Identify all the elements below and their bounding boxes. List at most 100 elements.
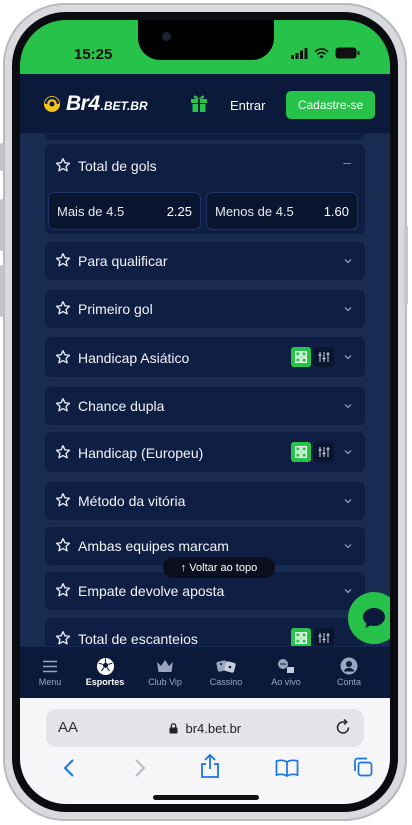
market-name: Ambas equipes marcam (78, 538, 229, 554)
logo-main-text: Br4 (66, 92, 100, 115)
previous-market-edge (45, 134, 365, 140)
market-name: Método da vitória (78, 493, 186, 509)
nav-label: Ao vivo (271, 677, 301, 687)
favorite-star-icon[interactable] (55, 630, 71, 646)
share-icon[interactable] (200, 754, 220, 778)
login-button[interactable]: Entrar (230, 98, 265, 113)
power-button (404, 225, 408, 305)
sliders-icon[interactable] (314, 628, 334, 648)
market-name: Handicap Asiático (78, 350, 190, 366)
grid-view-icon[interactable] (291, 628, 311, 648)
market-name[interactable]: Total de gols (78, 158, 157, 174)
tabs-icon[interactable] (353, 757, 373, 777)
user-icon (316, 655, 382, 677)
chevron-down-icon[interactable] (343, 447, 353, 457)
market-total-gols: Total de gols – Mais de 4.5 2.25 Menos d… (45, 144, 365, 234)
signup-button[interactable]: Cadastre-se (286, 91, 375, 119)
camera-icon (162, 32, 171, 41)
bottom-nav: Menu Esportes Club Vip Cassino Ao vivo C… (20, 646, 390, 698)
favorite-star-icon[interactable] (55, 444, 71, 460)
url-container: br4.bet.br (46, 721, 364, 736)
favorite-star-icon[interactable] (55, 252, 71, 268)
favorite-star-icon[interactable] (55, 349, 71, 365)
phone-frame: 15:25 Br4 .BET.BR Entrar Cadastre-se Tot… (0, 3, 408, 821)
home-indicator (153, 795, 259, 800)
reload-icon[interactable] (334, 718, 352, 736)
back-to-top-button[interactable]: ↑ Voltar ao topo (163, 557, 275, 578)
nav-esportes[interactable]: Esportes (75, 655, 135, 687)
nav-cassino[interactable]: Cassino (196, 655, 256, 687)
live-icon (256, 655, 316, 677)
market-handicap-asiatico[interactable]: Handicap Asiático (45, 337, 365, 377)
app-header: Br4 .BET.BR Entrar Cadastre-se (20, 74, 390, 134)
odd-label: Menos de 4.5 (215, 204, 294, 219)
grid-view-icon[interactable] (291, 442, 311, 462)
chevron-down-icon[interactable] (343, 586, 353, 596)
odd-button-under[interactable]: Menos de 4.5 1.60 (206, 192, 358, 230)
odd-label: Mais de 4.5 (57, 204, 125, 219)
chevron-down-icon[interactable] (343, 256, 353, 266)
market-name: Para qualificar (78, 253, 168, 269)
chevron-down-icon[interactable] (343, 304, 353, 314)
nav-conta[interactable]: Conta (316, 655, 382, 687)
odd-button-over[interactable]: Mais de 4.5 2.25 (48, 192, 201, 230)
battery-icon (335, 47, 360, 59)
nav-label: Club Vip (148, 677, 182, 687)
nav-label: Conta (336, 677, 362, 687)
url-text: br4.bet.br (185, 721, 242, 736)
status-time: 15:25 (74, 46, 113, 63)
market-handicap-europeu[interactable]: Handicap (Europeu) (45, 432, 365, 472)
volume-down-button (0, 265, 4, 317)
chevron-down-icon[interactable] (343, 401, 353, 411)
collapse-icon[interactable]: – (343, 154, 351, 170)
silent-switch (0, 143, 4, 171)
market-name: Handicap (Europeu) (78, 445, 204, 461)
status-bar: 15:25 (20, 20, 390, 74)
grid-view-icon[interactable] (291, 347, 311, 367)
market-metodo-vitoria[interactable]: Método da vitória (45, 482, 365, 520)
forward-arrow-icon[interactable] (134, 758, 146, 778)
favorite-star-icon[interactable] (55, 582, 71, 598)
nav-label: Cassino (209, 677, 243, 687)
nav-club-vip[interactable]: Club Vip (135, 655, 195, 687)
market-para-qualificar[interactable]: Para qualificar (45, 242, 365, 280)
phone-bezel: 15:25 Br4 .BET.BR Entrar Cadastre-se Tot… (12, 12, 398, 812)
wifi-icon (314, 47, 329, 58)
favorite-star-icon[interactable] (55, 300, 71, 316)
soccer-ball-icon (75, 655, 135, 677)
market-name: Chance dupla (78, 398, 165, 414)
favorite-star-icon[interactable] (55, 397, 71, 413)
odd-value: 1.60 (323, 204, 349, 219)
market-name: Total de escanteios (78, 631, 198, 647)
chevron-down-icon[interactable] (343, 352, 353, 362)
signal-icon (291, 47, 308, 59)
favorite-star-icon[interactable] (55, 537, 71, 553)
nav-label: Menu (38, 677, 62, 687)
nav-ao-vivo[interactable]: Ao vivo (256, 655, 316, 687)
address-bar[interactable]: AA br4.bet.br (46, 709, 364, 747)
ball-logo-icon (44, 96, 60, 112)
arrow-up-icon: ↑ (180, 561, 187, 574)
screen: 15:25 Br4 .BET.BR Entrar Cadastre-se Tot… (20, 20, 390, 804)
market-primeiro-gol[interactable]: Primeiro gol (45, 290, 365, 328)
market-name: Empate devolve aposta (78, 583, 225, 599)
back-arrow-icon[interactable] (63, 758, 75, 778)
browser-toolbar: AA br4.bet.br (20, 698, 390, 804)
crown-icon (135, 655, 195, 677)
notch (138, 20, 274, 60)
lock-icon (169, 723, 178, 734)
bookmarks-icon[interactable] (275, 759, 299, 777)
gift-icon[interactable] (190, 93, 208, 118)
favorite-star-icon[interactable] (55, 492, 71, 508)
chevron-down-icon[interactable] (343, 541, 353, 551)
menu-icon (20, 655, 80, 677)
dice-icon (196, 655, 256, 677)
markets-list[interactable]: Total de gols – Mais de 4.5 2.25 Menos d… (20, 134, 390, 654)
favorite-star-icon[interactable] (55, 157, 71, 173)
chevron-down-icon[interactable] (343, 496, 353, 506)
nav-menu[interactable]: Menu (20, 655, 80, 687)
sliders-icon[interactable] (314, 442, 334, 462)
logo[interactable]: Br4 .BET.BR (43, 92, 148, 116)
market-chance-dupla[interactable]: Chance dupla (45, 387, 365, 425)
sliders-icon[interactable] (314, 347, 334, 367)
